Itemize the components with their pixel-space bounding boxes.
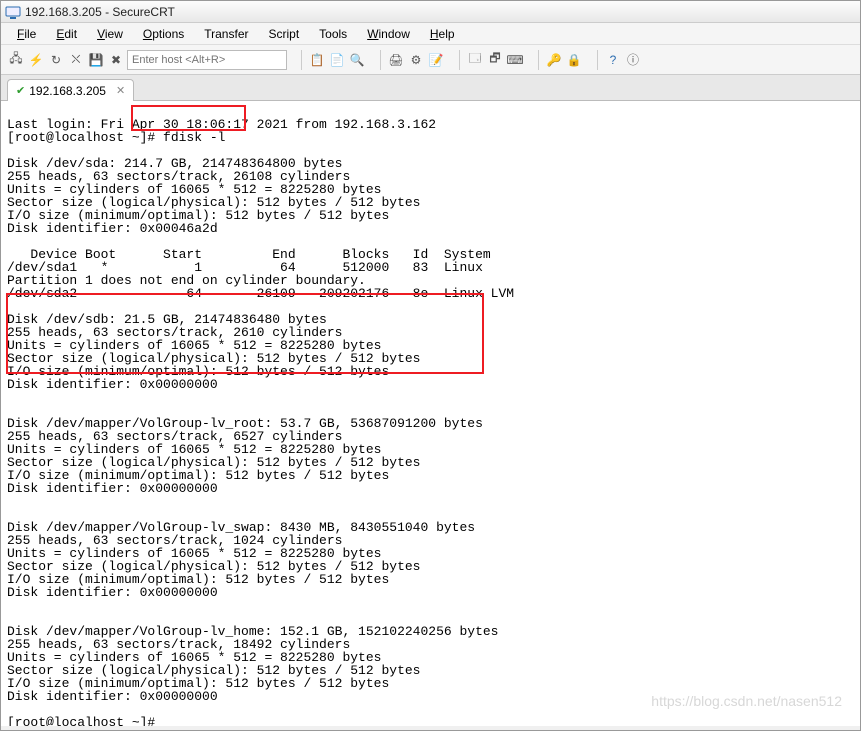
terminal-output-1: Last login: Fri Apr 30 18:06:17 2021 fro… [7, 117, 514, 301]
log-icon[interactable]: 📝 [427, 51, 445, 69]
properties-icon[interactable]: ⚙ [407, 51, 425, 69]
reconnect-icon[interactable]: ↻ [47, 51, 65, 69]
titlebar: 192.168.3.205 - SecureCRT [1, 1, 860, 23]
key-icon[interactable]: 🔑 [545, 51, 563, 69]
terminal[interactable]: Last login: Fri Apr 30 18:06:17 2021 fro… [1, 101, 860, 726]
toolbar-separator [538, 50, 539, 70]
session-tab[interactable]: ✔ 192.168.3.205 ✕ [7, 79, 134, 101]
quick-connect-icon[interactable]: ⚡ [27, 51, 45, 69]
menu-transfer[interactable]: Transfer [196, 25, 256, 43]
toolbar-separator [459, 50, 460, 70]
toolbar-separator [597, 50, 598, 70]
terminal-output-3: Disk /dev/mapper/VolGroup-lv_root: 53.7 … [7, 416, 498, 726]
toolbar-separator [380, 50, 381, 70]
menu-help[interactable]: Help [422, 25, 463, 43]
connect-icon[interactable]: 🖧 [7, 51, 25, 69]
session-options-icon[interactable]: 🗔 [466, 51, 484, 69]
keymap-icon[interactable]: ⌨ [506, 51, 524, 69]
global-options-icon[interactable]: 🗗 [486, 51, 504, 69]
menu-view[interactable]: View [89, 25, 131, 43]
copy-icon[interactable]: 📋 [308, 51, 326, 69]
menubar: File Edit View Options Transfer Script T… [1, 23, 860, 45]
menu-options[interactable]: Options [135, 25, 192, 43]
watermark: https://blog.csdn.net/nasen512 [651, 695, 842, 708]
disconnect-icon[interactable]: ⛌ [67, 51, 85, 69]
help-icon[interactable]: ? [604, 51, 622, 69]
menu-window[interactable]: Window [359, 25, 418, 43]
menu-tools[interactable]: Tools [311, 25, 355, 43]
window-title: 192.168.3.205 - SecureCRT [25, 5, 175, 19]
tabstrip: ✔ 192.168.3.205 ✕ [1, 75, 860, 101]
host-input[interactable] [127, 50, 287, 70]
save-icon[interactable]: 💾 [87, 51, 105, 69]
find-icon[interactable]: 🔍 [348, 51, 366, 69]
toolbar: 🖧 ⚡ ↻ ⛌ 💾 ✖ 📋 📄 🔍 🖨 ⚙ 📝 🗔 🗗 ⌨ 🔑 🔒 ? ⓘ [1, 45, 860, 75]
lock-icon[interactable]: 🔒 [565, 51, 583, 69]
toolbar-separator [301, 50, 302, 70]
app-icon [5, 4, 21, 20]
menu-file[interactable]: File [9, 25, 44, 43]
about-icon[interactable]: ⓘ [624, 51, 642, 69]
print-icon[interactable]: 🖨 [387, 51, 405, 69]
tab-label: 192.168.3.205 [29, 84, 106, 98]
cancel-icon[interactable]: ✖ [107, 51, 125, 69]
close-tab-icon[interactable]: ✕ [116, 84, 125, 97]
menu-edit[interactable]: Edit [48, 25, 85, 43]
menu-script[interactable]: Script [260, 25, 307, 43]
status-connected-icon: ✔ [16, 84, 25, 97]
paste-icon[interactable]: 📄 [328, 51, 346, 69]
terminal-output-sdb: Disk /dev/sdb: 21.5 GB, 21474836480 byte… [7, 312, 420, 392]
